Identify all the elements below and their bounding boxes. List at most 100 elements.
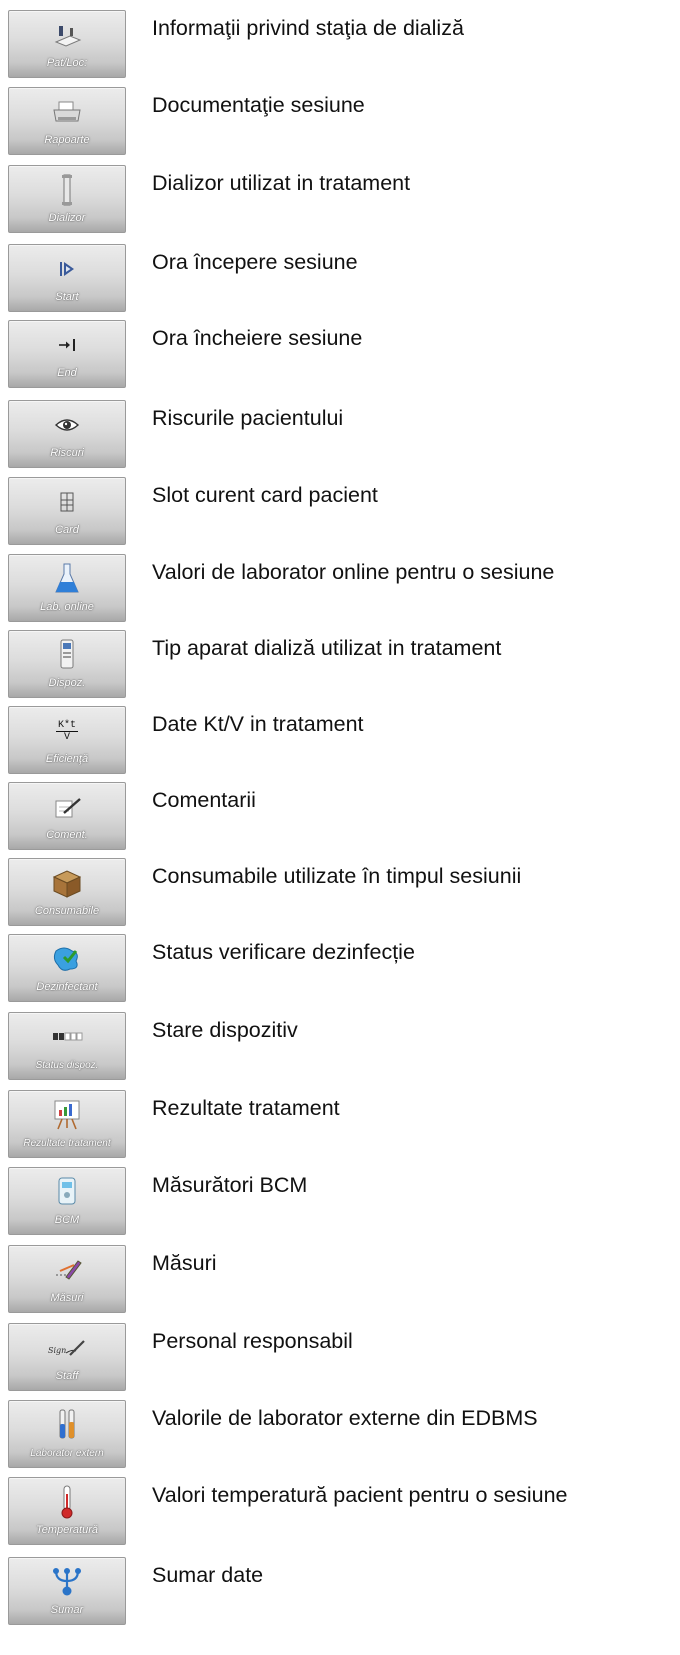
thermometer-icon [9, 1484, 125, 1520]
card-icon [9, 484, 125, 520]
legend-row: Pat/Loc: Informaţii privind staţia de dia… [0, 10, 680, 82]
button-caption: Coment. [46, 829, 88, 841]
status-bar-icon [9, 1019, 125, 1055]
item-description: Consumabile utilizate în timpul sesiunii [152, 864, 522, 888]
item-description: Comentarii [152, 788, 256, 812]
item-description: Ora începere sesiune [152, 250, 358, 274]
legend-row: Card Slot curent card pacient [0, 477, 680, 549]
ktv-numerator: K*t [55, 719, 78, 732]
legend-row: Coment. Comentarii [0, 782, 680, 854]
item-description: Personal responsabil [152, 1329, 353, 1353]
item-description: Slot curent card pacient [152, 483, 378, 507]
button-caption: Staff [55, 1370, 79, 1382]
button-caption: Măsuri [50, 1292, 84, 1304]
bed-button[interactable]: Pat/Loc: [8, 10, 126, 78]
device-button[interactable]: Dispoz. [8, 630, 126, 698]
printer-button[interactable]: Rapoarte [8, 87, 126, 155]
bed-icon [9, 17, 125, 53]
legend-row: Sign Staff Personal responsabil [0, 1323, 680, 1395]
button-caption: Rapoarte [44, 134, 90, 146]
dialyzer-button[interactable]: Dializor [8, 165, 126, 233]
eye-button[interactable]: Riscuri [8, 400, 126, 468]
item-description: Tip aparat dializă utilizat in tratament [152, 636, 502, 660]
button-caption: Dezinfectant [36, 981, 98, 993]
device-icon [9, 637, 125, 673]
signature-button[interactable]: Sign Staff [8, 1323, 126, 1391]
ktv-denominator: V [63, 731, 70, 743]
start-icon [9, 251, 125, 287]
button-caption: Pat/Loc: [46, 57, 88, 69]
button-caption: Laborator extern [30, 1447, 104, 1459]
button-caption: Sumar [50, 1604, 84, 1616]
legend-row: Status dispoz. Stare dispozitiv [0, 1012, 680, 1084]
bcm-device-icon [9, 1174, 125, 1210]
signature-text: Sign [48, 1346, 66, 1355]
item-description: Dializor utilizat in tratament [152, 171, 411, 195]
legend-row: Temperatură Valori temperatură pacient pe… [0, 1477, 680, 1549]
network-icon [9, 1564, 125, 1600]
button-caption: Dializor [48, 212, 86, 224]
item-description: Valori temperatură pacient pentru o sesi… [152, 1483, 568, 1507]
legend-row: Rezultate tratament Rezultate tratament [0, 1090, 680, 1162]
ktv-formula-button[interactable]: K*t V Eficienţă [8, 706, 126, 774]
pencil-line-button[interactable]: Măsuri [8, 1245, 126, 1313]
item-description: Valorile de laborator externe din EDBMS [152, 1406, 538, 1430]
item-description: Măsurători BCM [152, 1173, 308, 1197]
status-bar-button[interactable]: Status dispoz. [8, 1012, 126, 1080]
button-caption: Status dispoz. [35, 1059, 99, 1071]
legend-row: Dializor Dializor utilizat in tratament [0, 165, 680, 237]
end-icon [9, 327, 125, 363]
legend-row: Lab. online Valori de laborator online pe… [0, 554, 680, 626]
start-button[interactable]: Start [8, 244, 126, 312]
legend-row: End Ora încheiere sesiune [0, 320, 680, 392]
button-caption: Consumabile [34, 905, 100, 917]
flask-icon [9, 561, 125, 597]
button-caption: Riscuri [50, 447, 84, 459]
legend-row: Dispoz. Tip aparat dializă utilizat in tr… [0, 630, 680, 702]
card-button[interactable]: Card [8, 477, 126, 545]
button-caption: Dispoz. [48, 677, 86, 689]
legend-row: Riscuri Riscurile pacientului [0, 400, 680, 472]
item-description: Status verificare dezinfecție [152, 940, 415, 964]
disinfectant-button[interactable]: Dezinfectant [8, 934, 126, 1002]
item-description: Stare dispozitiv [152, 1018, 298, 1042]
disinfectant-icon [9, 941, 125, 977]
test-tubes-icon [9, 1407, 125, 1443]
thermometer-button[interactable]: Temperatură [8, 1477, 126, 1545]
presentation-chart-button[interactable]: Rezultate tratament [8, 1090, 126, 1158]
legend-row: Măsuri Măsuri [0, 1245, 680, 1317]
presentation-chart-icon [9, 1097, 125, 1133]
eye-icon [9, 407, 125, 443]
printer-icon [9, 94, 125, 130]
bcm-device-button[interactable]: BCM [8, 1167, 126, 1235]
end-button[interactable]: End [8, 320, 126, 388]
item-description: Ora încheiere sesiune [152, 326, 363, 350]
legend-row: Sumar Sumar date [0, 1557, 680, 1629]
button-caption: Eficienţă [45, 753, 89, 765]
legend-row: Start Ora începere sesiune [0, 244, 680, 316]
network-button[interactable]: Sumar [8, 1557, 126, 1625]
item-description: Sumar date [152, 1563, 264, 1587]
item-description: Valori de laborator online pentru o sesi… [152, 560, 555, 584]
legend-row: BCM Măsurători BCM [0, 1167, 680, 1239]
item-description: Măsuri [152, 1251, 217, 1275]
item-description: Date Kt/V in tratament [152, 712, 364, 736]
button-caption: Temperatură [36, 1524, 98, 1536]
ktv-formula-icon: K*t V [9, 713, 125, 749]
button-caption: Rezultate tratament [23, 1137, 111, 1149]
button-caption: End [57, 367, 77, 379]
legend-row: Laborator extern Valorile de laborator ex… [0, 1400, 680, 1472]
pencil-line-icon [9, 1252, 125, 1288]
legend-row: Consumabile Consumabile utilizate în timp… [0, 858, 680, 930]
test-tubes-button[interactable]: Laborator extern [8, 1400, 126, 1468]
pen-note-icon [9, 789, 125, 825]
box-button[interactable]: Consumabile [8, 858, 126, 926]
item-description: Rezultate tratament [152, 1096, 340, 1120]
dialyzer-icon [9, 172, 125, 208]
box-icon [9, 865, 125, 901]
pen-note-button[interactable]: Coment. [8, 782, 126, 850]
button-caption: Card [55, 524, 79, 536]
signature-icon: Sign [9, 1330, 125, 1366]
flask-button[interactable]: Lab. online [8, 554, 126, 622]
item-description: Informaţii privind staţia de dializă [152, 16, 464, 40]
